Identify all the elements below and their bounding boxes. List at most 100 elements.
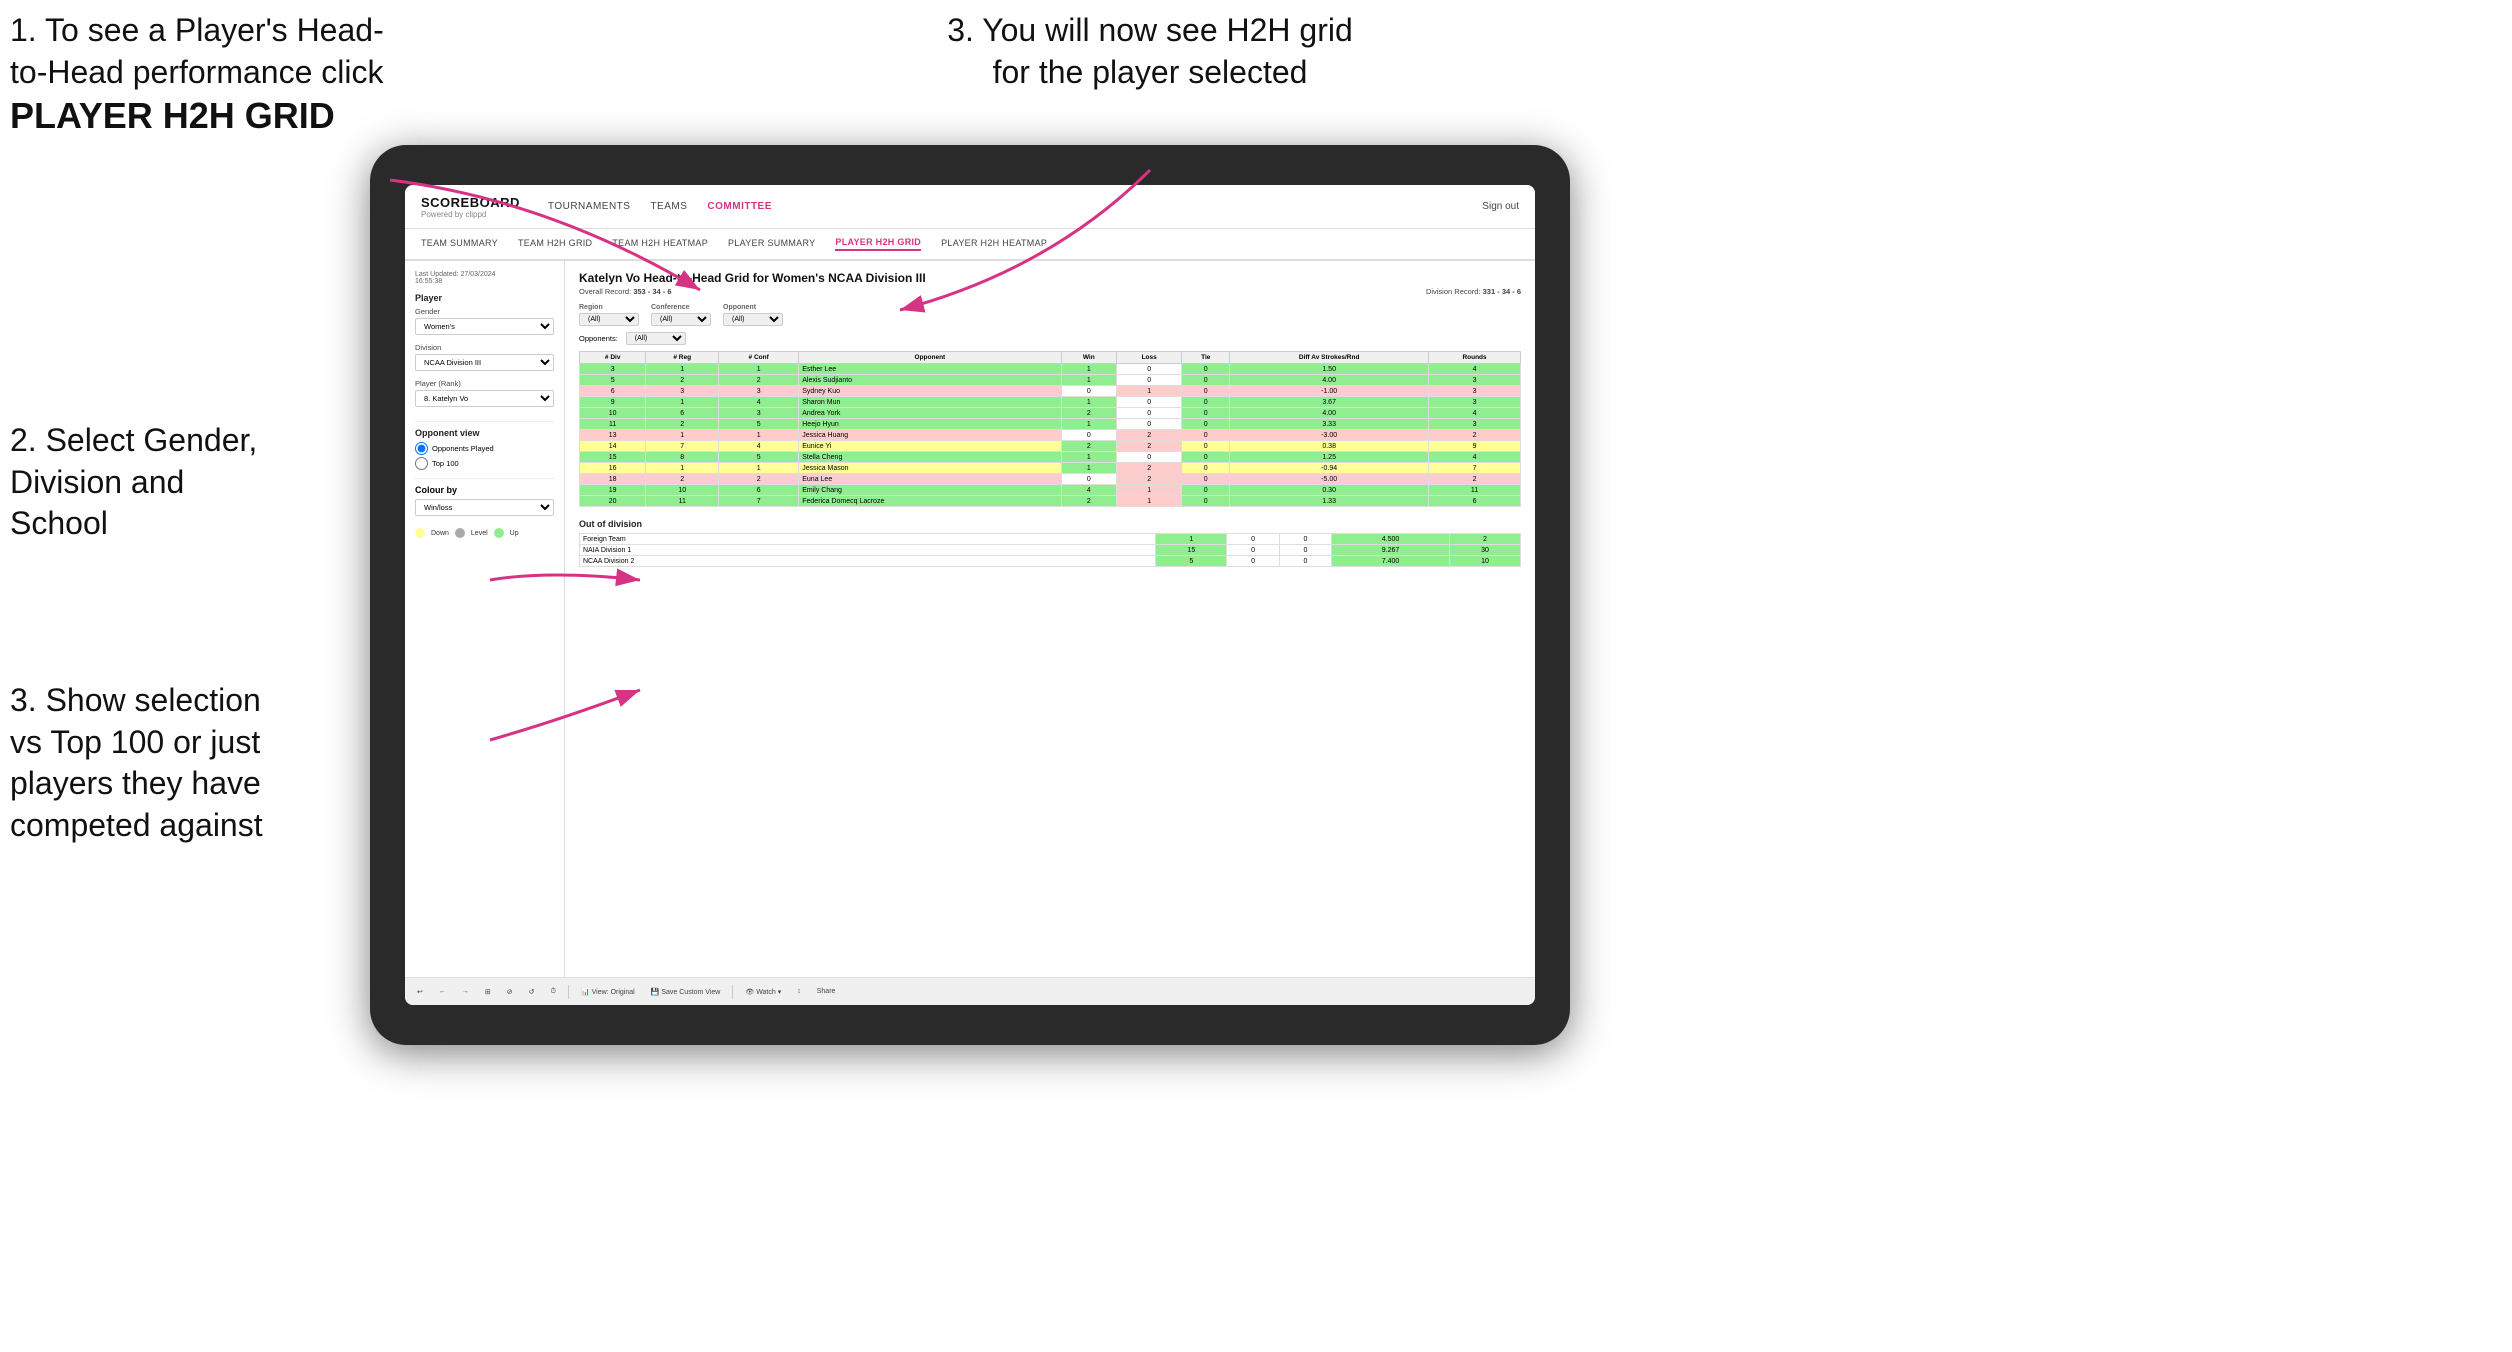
player-rank-select[interactable]: 8. Katelyn Vo (415, 390, 554, 407)
data-panel: Katelyn Vo Head-to-Head Grid for Women's… (565, 261, 1535, 977)
toolbar-layout[interactable]: ↕ (793, 986, 805, 997)
sub-nav-player-summary[interactable]: PLAYER SUMMARY (728, 238, 815, 250)
col-conf: # Conf (719, 352, 799, 364)
colour-dot-level (455, 528, 465, 538)
table-row: Foreign Team 1 0 0 4.500 2 (580, 534, 1521, 545)
division-record: Division Record: 331 - 34 - 6 (1426, 287, 1521, 296)
table-row: 15 8 5 Stella Cheng 1 0 0 1.25 4 (580, 452, 1521, 463)
ipad-device: SCOREBOARD Powered by clippd TOURNAMENTS… (370, 145, 1570, 1045)
filter-region-group: Region (All) (579, 304, 639, 326)
gender-label: Gender (415, 307, 554, 316)
h2h-table: # Div # Reg # Conf Opponent Win Loss Tie… (579, 351, 1521, 507)
radio-top-100[interactable]: Top 100 (415, 457, 554, 470)
toolbar-save-custom[interactable]: 💾 Save Custom View (647, 986, 725, 998)
toolbar-undo[interactable]: ↩ (413, 986, 427, 998)
nav-links: TOURNAMENTS TEAMS COMMITTEE (548, 201, 1462, 212)
col-diff: Diff Av Strokes/Rnd (1230, 352, 1429, 364)
filter-row: Region (All) Conference (All) Opponent (… (579, 304, 1521, 326)
col-tie: Tie (1182, 352, 1230, 364)
filter-region-label: Region (579, 304, 639, 311)
opponent-view-radios: Opponents Played Top 100 (415, 442, 554, 470)
toolbar: ↩ ← → ⊞ ⊘ ↺ ⏱ 📊 View: Original 💾 Save Cu… (405, 977, 1535, 1005)
toolbar-clear[interactable]: ⊘ (503, 986, 517, 998)
toolbar-back[interactable]: ← (435, 986, 450, 997)
table-row: 20 11 7 Federica Domecq Lacroze 2 1 0 1.… (580, 496, 1521, 507)
sub-nav-player-h2h-heatmap[interactable]: PLAYER H2H HEATMAP (941, 238, 1047, 250)
colour-label-down: Down (431, 530, 449, 537)
filter-opponent-select[interactable]: (All) (723, 313, 783, 326)
colour-by-title: Colour by (415, 485, 554, 495)
colour-legend: Down Level Up (415, 528, 554, 538)
toolbar-share[interactable]: Share (813, 986, 840, 997)
table-row: 9 1 4 Sharon Mun 1 0 0 3.67 3 (580, 397, 1521, 408)
main-content: Last Updated: 27/03/202416:55:38 Player … (405, 261, 1535, 977)
table-row: 5 2 2 Alexis Sudjianto 1 0 0 4.00 3 (580, 375, 1521, 386)
instruction-top-right: 3. You will now see H2H gridfor the play… (900, 10, 1400, 93)
opponents-label: Opponents: (579, 334, 618, 343)
overall-record: Overall Record: 353 - 34 - 6 (579, 287, 672, 296)
table-row: 13 1 1 Jessica Huang 0 2 0 -3.00 2 (580, 430, 1521, 441)
left-panel: Last Updated: 27/03/202416:55:38 Player … (405, 261, 565, 977)
col-div: # Div (580, 352, 646, 364)
table-row: NCAA Division 2 5 0 0 7.400 10 (580, 556, 1521, 567)
col-opponent: Opponent (799, 352, 1061, 364)
toolbar-grid[interactable]: ⊞ (481, 986, 495, 998)
division-label: Division (415, 343, 554, 352)
col-win: Win (1061, 352, 1117, 364)
filter-opponent-group: Opponent (All) (723, 304, 783, 326)
data-title: Katelyn Vo Head-to-Head Grid for Women's… (579, 271, 1521, 285)
nav-teams[interactable]: TEAMS (650, 201, 687, 212)
out-division-title: Out of division (579, 519, 1521, 529)
out-division-table: Foreign Team 1 0 0 4.500 2 NAIA Division… (579, 533, 1521, 567)
sub-nav-team-summary[interactable]: TEAM SUMMARY (421, 238, 498, 250)
col-reg: # Reg (646, 352, 719, 364)
nav-bar: SCOREBOARD Powered by clippd TOURNAMENTS… (405, 185, 1535, 229)
table-row: NAIA Division 1 15 0 0 9.267 30 (580, 545, 1521, 556)
instruction-top-left: 1. To see a Player's Head- to-Head perfo… (10, 10, 400, 140)
col-loss: Loss (1117, 352, 1182, 364)
sub-nav-team-h2h-heatmap[interactable]: TEAM H2H HEATMAP (612, 238, 708, 250)
instruction-bottom-left: 3. Show selectionvs Top 100 or justplaye… (10, 680, 370, 846)
player-section-title: Player (415, 293, 554, 303)
colour-dot-down (415, 528, 425, 538)
toolbar-sep2 (732, 985, 733, 999)
nav-sign-out[interactable]: Sign out (1482, 201, 1519, 212)
division-select[interactable]: NCAA Division III (415, 354, 554, 371)
opponents-row: Opponents: (All) (579, 332, 1521, 345)
player-rank-label: Player (Rank) (415, 379, 554, 388)
sub-nav-player-h2h-grid[interactable]: PLAYER H2H GRID (835, 237, 921, 251)
table-row: 6 3 3 Sydney Kuo 0 1 0 -1.00 3 (580, 386, 1521, 397)
logo-main-text: SCOREBOARD (421, 195, 520, 210)
table-row: 14 7 4 Eunice Yi 2 2 0 0.38 9 (580, 441, 1521, 452)
toolbar-timer[interactable]: ⏱ (547, 986, 560, 998)
last-updated: Last Updated: 27/03/202416:55:38 (415, 271, 554, 285)
colour-by-select[interactable]: Win/loss (415, 499, 554, 516)
instruction-mid-left: 2. Select Gender,Division andSchool (10, 420, 350, 545)
toolbar-watch[interactable]: 👁 Watch ▾ (741, 986, 785, 998)
colour-dot-up (494, 528, 504, 538)
table-row: 16 1 1 Jessica Mason 1 2 0 -0.94 7 (580, 463, 1521, 474)
gender-select[interactable]: Women's (415, 318, 554, 335)
nav-committee[interactable]: COMMITTEE (707, 201, 772, 212)
opponents-select[interactable]: (All) (626, 332, 686, 345)
table-row: 18 2 2 Euna Lee 0 2 0 -5.00 2 (580, 474, 1521, 485)
filter-opponent-label: Opponent (723, 304, 783, 311)
sub-nav-team-h2h-grid[interactable]: TEAM H2H GRID (518, 238, 592, 250)
toolbar-refresh[interactable]: ↺ (525, 986, 539, 998)
table-row: 3 1 1 Esther Lee 1 0 0 1.50 4 (580, 364, 1521, 375)
filter-conference-group: Conference (All) (651, 304, 711, 326)
table-row: 10 6 3 Andrea York 2 0 0 4.00 4 (580, 408, 1521, 419)
table-row: 19 10 6 Emily Chang 4 1 0 0.30 11 (580, 485, 1521, 496)
toolbar-sep1 (568, 985, 569, 999)
opponent-view-title: Opponent view (415, 428, 554, 438)
logo-sub-text: Powered by clippd (421, 210, 520, 219)
toolbar-fwd[interactable]: → (458, 986, 473, 997)
filter-conference-select[interactable]: (All) (651, 313, 711, 326)
nav-tournaments[interactable]: TOURNAMENTS (548, 201, 631, 212)
colour-label-up: Up (510, 530, 519, 537)
filter-conference-label: Conference (651, 304, 711, 311)
filter-region-select[interactable]: (All) (579, 313, 639, 326)
radio-opponents-played[interactable]: Opponents Played (415, 442, 554, 455)
table-row: 11 2 5 Heejo Hyun 1 0 0 3.33 3 (580, 419, 1521, 430)
toolbar-view-original[interactable]: 📊 View: Original (577, 986, 639, 998)
